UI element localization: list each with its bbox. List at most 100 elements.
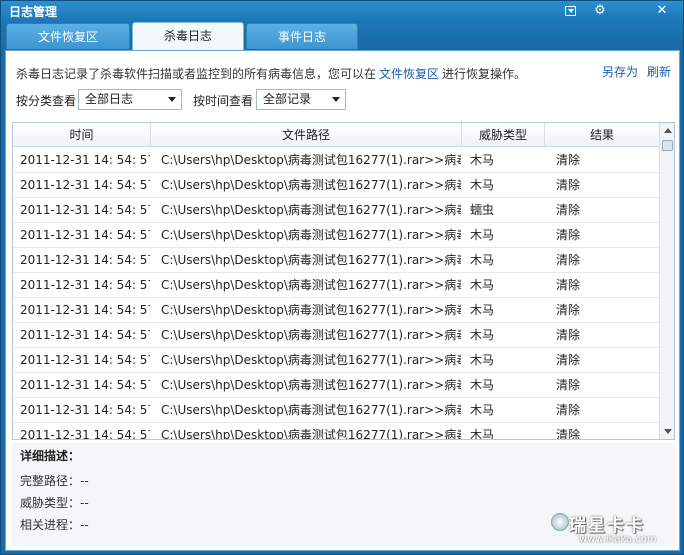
- cell-time: 2011-12-31 14: 54: 57: [20, 228, 150, 242]
- watermark-url: www.ikaka.com: [579, 534, 657, 545]
- column-header-result[interactable]: 结果: [545, 123, 659, 147]
- cell-threat: 木马: [470, 153, 495, 167]
- cell-time: 2011-12-31 14: 54: 57: [20, 378, 150, 392]
- cell-path: C:\Users\hp\Desktop\病毒测试包16277(1).rar>>病…: [161, 153, 461, 167]
- column-header-threat[interactable]: 威胁类型: [462, 123, 545, 147]
- file-recovery-link[interactable]: 文件恢复区: [379, 67, 439, 81]
- tab-file-recovery[interactable]: 文件恢复区: [6, 23, 130, 49]
- cell-result: 清除: [556, 403, 581, 417]
- table-row[interactable]: 2011-12-31 14: 54: 57 C:\Users\hp\Desktop…: [13, 223, 659, 248]
- scroll-thumb[interactable]: [662, 140, 673, 151]
- time-select[interactable]: 全部记录: [256, 89, 346, 110]
- description-suffix: 进行恢复操作。: [442, 67, 527, 81]
- detail-process: 相关进程：--: [20, 518, 89, 532]
- cell-result: 清除: [556, 303, 581, 317]
- cell-path: C:\Users\hp\Desktop\病毒测试包16277(1).rar>>病…: [161, 378, 461, 392]
- cell-time: 2011-12-31 14: 54: 57: [20, 353, 150, 367]
- tab-bar: 文件恢复区 杀毒日志 事件日志: [1, 22, 683, 50]
- table-row[interactable]: 2011-12-31 14: 54: 57 C:\Users\hp\Desktop…: [13, 148, 659, 173]
- cell-path: C:\Users\hp\Desktop\病毒测试包16277(1).rar>>病…: [161, 178, 461, 192]
- tab-event-log[interactable]: 事件日志: [246, 23, 358, 49]
- cell-time: 2011-12-31 14: 54: 57: [20, 153, 150, 167]
- cell-threat: 木马: [470, 303, 495, 317]
- cell-threat: 木马: [470, 253, 495, 267]
- log-panel: 杀毒日志记录了杀毒软件扫描或者监控到的所有病毒信息，您可以在 文件恢复区 进行恢复操…: [5, 50, 680, 551]
- cell-threat: 木马: [470, 353, 495, 367]
- cell-path: C:\Users\hp\Desktop\病毒测试包16277(1).rar>>病…: [161, 353, 461, 367]
- cell-path: C:\Users\hp\Desktop\病毒测试包16277(1).rar>>病…: [161, 253, 461, 267]
- scroll-up-icon[interactable]: [660, 123, 674, 138]
- table-row[interactable]: 2011-12-31 14: 54: 57 C:\Users\hp\Desktop…: [13, 323, 659, 348]
- cell-result: 清除: [556, 228, 581, 242]
- table-body: 2011-12-31 14: 54: 57 C:\Users\hp\Desktop…: [13, 148, 659, 440]
- cell-result: 清除: [556, 253, 581, 267]
- cell-result: 清除: [556, 278, 581, 292]
- details-title: 详细描述：: [20, 449, 81, 463]
- chevron-down-icon: [168, 97, 176, 102]
- cell-result: 清除: [556, 353, 581, 367]
- table-row[interactable]: 2011-12-31 14: 54: 57 C:\Users\hp\Desktop…: [13, 298, 659, 323]
- cell-time: 2011-12-31 14: 54: 57: [20, 428, 150, 440]
- cell-time: 2011-12-31 14: 54: 57: [20, 403, 150, 417]
- minimize-icon[interactable]: [561, 2, 579, 19]
- watermark: 瑞星卡卡 www.ikaka.com: [549, 511, 681, 553]
- category-select-value: 全部日志: [85, 92, 134, 106]
- table-row[interactable]: 2011-12-31 14: 54: 57 C:\Users\hp\Desktop…: [13, 423, 659, 440]
- scroll-down-icon[interactable]: [660, 424, 674, 439]
- category-select[interactable]: 全部日志: [78, 89, 182, 110]
- cell-result: 清除: [556, 153, 581, 167]
- refresh-link[interactable]: 刷新: [647, 63, 671, 80]
- cell-threat: 木马: [470, 403, 495, 417]
- cell-threat: 木马: [470, 278, 495, 292]
- table-row[interactable]: 2011-12-31 14: 54: 57 C:\Users\hp\Desktop…: [13, 273, 659, 298]
- cell-path: C:\Users\hp\Desktop\病毒测试包16277(1).rar>>病…: [161, 428, 461, 440]
- table-row[interactable]: 2011-12-31 14: 54: 57 C:\Users\hp\Desktop…: [13, 373, 659, 398]
- gear-icon[interactable]: ⚙: [591, 2, 609, 19]
- description-text: 杀毒日志记录了杀毒软件扫描或者监控到的所有病毒信息，您可以在 文件恢复区 进行恢复操…: [16, 65, 526, 82]
- cell-result: 清除: [556, 428, 581, 440]
- column-header-time[interactable]: 时间: [13, 123, 151, 147]
- log-table: 时间 文件路径 威胁类型 结果 2011-12-31 14: 54: 57 C:\…: [12, 122, 675, 440]
- cell-time: 2011-12-31 14: 54: 57: [20, 278, 150, 292]
- log-manager-window: 日志管理 ⚙ ✕ 文件恢复区 杀毒日志 事件日志 杀毒日志记录了杀毒软件扫描或者…: [0, 0, 684, 555]
- cell-time: 2011-12-31 14: 54: 57: [20, 203, 150, 217]
- time-select-value: 全部记录: [263, 92, 312, 106]
- description-prefix: 杀毒日志记录了杀毒软件扫描或者监控到的所有病毒信息，您可以在: [16, 67, 377, 81]
- cell-time: 2011-12-31 14: 54: 57: [20, 253, 150, 267]
- table-row[interactable]: 2011-12-31 14: 54: 57 C:\Users\hp\Desktop…: [13, 173, 659, 198]
- cell-threat: 蠕虫: [470, 203, 495, 217]
- cell-threat: 木马: [470, 378, 495, 392]
- save-as-link[interactable]: 另存为: [602, 63, 638, 80]
- cell-result: 清除: [556, 178, 581, 192]
- chevron-down-icon: [332, 97, 340, 102]
- cell-result: 清除: [556, 203, 581, 217]
- cell-path: C:\Users\hp\Desktop\病毒测试包16277(1).rar>>病…: [161, 303, 461, 317]
- vertical-scrollbar[interactable]: [659, 123, 674, 439]
- table-row[interactable]: 2011-12-31 14: 54: 57 C:\Users\hp\Desktop…: [13, 398, 659, 423]
- cell-time: 2011-12-31 14: 54: 57: [20, 178, 150, 192]
- window-title: 日志管理: [9, 5, 58, 19]
- table-row[interactable]: 2011-12-31 14: 54: 57 C:\Users\hp\Desktop…: [13, 348, 659, 373]
- cell-path: C:\Users\hp\Desktop\病毒测试包16277(1).rar>>病…: [161, 403, 461, 417]
- cell-threat: 木马: [470, 178, 495, 192]
- watermark-brand: 瑞星卡卡: [569, 516, 645, 536]
- close-icon[interactable]: ✕: [653, 2, 671, 19]
- cell-threat: 木马: [470, 228, 495, 242]
- tab-antivirus-log[interactable]: 杀毒日志: [132, 22, 244, 50]
- cell-threat: 木马: [470, 428, 495, 440]
- table-row[interactable]: 2011-12-31 14: 54: 57 C:\Users\hp\Desktop…: [13, 248, 659, 273]
- cell-time: 2011-12-31 14: 54: 57: [20, 328, 150, 342]
- time-filter-label: 按时间查看: [193, 94, 254, 108]
- cell-result: 清除: [556, 378, 581, 392]
- column-header-path[interactable]: 文件路径: [151, 123, 462, 147]
- watermark-logo-icon: [551, 513, 569, 531]
- title-bar: 日志管理 ⚙ ✕: [1, 1, 683, 21]
- table-header: 时间 文件路径 威胁类型 结果: [13, 123, 659, 147]
- cell-path: C:\Users\hp\Desktop\病毒测试包16277(1).rar>>病…: [161, 278, 461, 292]
- table-row[interactable]: 2011-12-31 14: 54: 57 C:\Users\hp\Desktop…: [13, 198, 659, 223]
- category-filter-label: 按分类查看: [16, 94, 77, 108]
- cell-path: C:\Users\hp\Desktop\病毒测试包16277(1).rar>>病…: [161, 228, 461, 242]
- cell-time: 2011-12-31 14: 54: 57: [20, 303, 150, 317]
- cell-path: C:\Users\hp\Desktop\病毒测试包16277(1).rar>>病…: [161, 328, 461, 342]
- detail-full-path: 完整路径：--: [20, 474, 89, 488]
